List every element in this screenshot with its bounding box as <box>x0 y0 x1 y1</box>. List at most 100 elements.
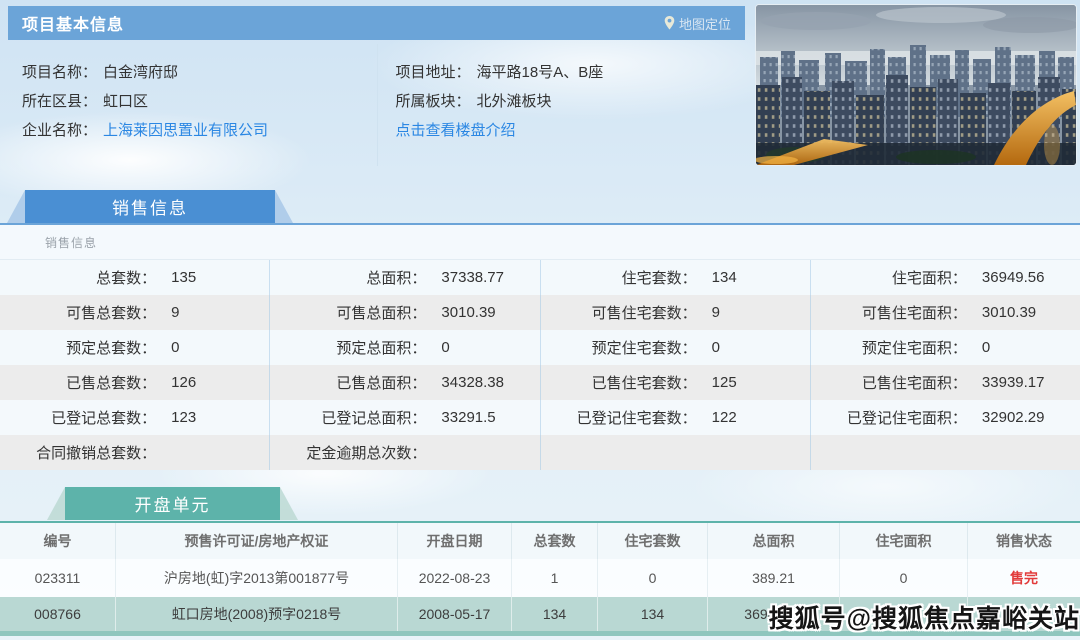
sales-field: 已登记总套数： 123 <box>0 400 271 435</box>
field-label: 住宅面积： <box>891 270 967 287</box>
field-value: 135 <box>171 269 197 286</box>
sales-field: 预定住宅面积： 0 <box>811 330 1080 365</box>
basic-info-header: 项目基本信息 地图定位 <box>8 6 745 40</box>
sales-field: 预定住宅套数： 0 <box>541 330 811 365</box>
sales-field: 可售总面积： 3010.39 <box>270 295 541 330</box>
unit-row-023311[interactable]: 023311 沪房地(虹)字2013第001877号 2022-08-23 1 … <box>0 559 1080 597</box>
field-label: 已登记总面积： <box>321 410 427 427</box>
unit-open-date: 2022-08-23 <box>398 559 512 597</box>
sales-field: 可售总套数： 9 <box>0 295 271 330</box>
field-value: 9 <box>171 304 180 321</box>
field-label: 已登记总套数： <box>51 410 157 427</box>
column-header: 销售状态 <box>996 533 1052 549</box>
sales-field: 总套数： 135 <box>0 260 271 295</box>
company-field: 企业名称： 上海莱因思置业有限公司 <box>22 116 365 145</box>
sales-field: 已登记总面积： 33291.5 <box>270 400 541 435</box>
unit-total-count: 134 <box>512 597 598 631</box>
basic-info-right-column: 项目地址： 海平路18号A、B座 所属板块： 北外滩板块 点击查看楼盘介绍 <box>376 44 746 166</box>
unit-residential-count: 0 <box>598 559 708 597</box>
field-label: 预定总面积： <box>336 340 427 357</box>
column-header: 住宅面积 <box>840 523 968 559</box>
unit-id: 008766 <box>0 597 116 631</box>
unit-license: 沪房地(虹)字2013第001877号 <box>116 559 398 597</box>
field-label: 总面积： <box>366 270 427 287</box>
sales-row-sold: 已售总套数： 126 已售总面积： 34328.38 已售住宅套数： 125 已售住宅… <box>0 365 1080 400</box>
sales-row-cancelled: 合同撤销总套数： 定金逾期总次数： <box>0 435 1080 470</box>
field-value: 32902.29 <box>981 409 1045 426</box>
column-header: 总套数 <box>512 523 598 559</box>
plate-field: 所属板块： 北外滩板块 <box>396 87 734 116</box>
sales-row-sellable: 可售总套数： 9 可售总面积： 3010.39 可售住宅套数： 9 可售住宅面积： 30… <box>0 295 1080 330</box>
unit-open-date: 2008-05-17 <box>398 597 512 631</box>
basic-info-left-column: 项目名称： 白金湾府邸 所在区县： 虹口区 企业名称： 上海莱因思置业有限公司 <box>8 44 377 166</box>
address-field: 项目地址： 海平路18号A、B座 <box>396 58 734 87</box>
field-value: 33939.17 <box>981 374 1045 391</box>
sohu-watermark: 搜狐号@搜狐焦点嘉峪关站 <box>768 605 1080 633</box>
unit-residential-area: 0 <box>840 559 968 597</box>
field-value: 37338.77 <box>441 269 504 286</box>
basic-info-body: 项目名称： 白金湾府邸 所在区县： 虹口区 企业名称： 上海莱因思置业有限公司 项目地… <box>8 44 745 166</box>
unit-sale-status: 售完 <box>1010 570 1038 586</box>
field-value: 126 <box>171 374 197 391</box>
units-header-row: 编号 预售许可证/房地产权证 开盘日期 总套数 住宅套数 总面积 住宅面积 销售… <box>0 521 1080 559</box>
sales-field <box>541 435 811 470</box>
field-label: 定金逾期总次数： <box>306 445 427 462</box>
field-value: 33291.5 <box>441 409 496 426</box>
building-intro-link[interactable]: 点击查看楼盘介绍 <box>396 116 734 145</box>
column-header: 编号 <box>0 523 116 559</box>
field-label: 企业名称： <box>22 122 98 139</box>
project-name-field: 项目名称： 白金湾府邸 <box>22 58 365 87</box>
sales-field: 总面积： 37338.77 <box>270 260 541 295</box>
sales-field: 已售住宅套数： 125 <box>541 365 811 400</box>
sales-info-tab[interactable]: 销售信息 <box>7 190 293 223</box>
column-header: 预售许可证/房地产权证 <box>116 523 398 559</box>
map-pin-icon <box>664 16 675 30</box>
field-label: 已登记住宅套数： <box>576 410 697 427</box>
sales-row-reserved: 预定总套数： 0 预定总面积： 0 预定住宅套数： 0 预定住宅面积： 0 <box>0 330 1080 365</box>
field-value: 海平路18号A、B座 <box>476 64 604 81</box>
field-label: 所属板块： <box>395 93 471 110</box>
field-value: 白金湾府邸 <box>103 64 179 81</box>
basic-info-section: 项目基本信息 地图定位 项目名称： 白金湾府邸 所在区县： 虹口区 企业名称： 上海莱… <box>0 0 1080 175</box>
field-label: 总套数： <box>96 270 157 287</box>
sales-row-registered: 已登记总套数： 123 已登记总面积： 33291.5 已登记住宅套数： 122 已登… <box>0 400 1080 435</box>
sales-field: 已登记住宅套数： 122 <box>541 400 811 435</box>
field-label: 已售总面积： <box>336 375 427 392</box>
column-header: 住宅套数 <box>598 523 708 559</box>
map-locate-link[interactable]: 地图定位 <box>664 14 731 33</box>
sales-field: 预定总套数： 0 <box>0 330 271 365</box>
page-title: 项目基本信息 <box>22 17 125 34</box>
field-label: 预定总套数： <box>66 340 157 357</box>
field-label: 项目地址： <box>395 64 471 81</box>
sales-info-table: 总套数： 135 总面积： 37338.77 住宅套数： 134 住宅面积： 36949… <box>0 260 1080 470</box>
unit-residential-count: 134 <box>598 597 708 631</box>
field-label: 可售总套数： <box>66 305 157 322</box>
field-label: 可售总面积： <box>336 305 427 322</box>
field-label: 已售住宅面积： <box>861 375 967 392</box>
field-value: 0 <box>981 339 991 356</box>
opening-units-tab[interactable]: 开盘单元 <box>47 487 298 520</box>
field-value: 0 <box>711 339 721 356</box>
field-label: 预定住宅套数： <box>591 340 697 357</box>
field-value: 36949.56 <box>981 269 1045 286</box>
field-label: 可售住宅套数： <box>591 305 697 322</box>
field-value: 125 <box>711 374 737 391</box>
field-label: 合同撤销总套数： <box>36 445 157 462</box>
sales-field: 合同撤销总套数： <box>0 435 271 470</box>
district-field: 所在区县： 虹口区 <box>22 87 365 116</box>
field-value: 122 <box>711 409 737 426</box>
project-photo <box>755 4 1077 166</box>
sales-row-total: 总套数： 135 总面积： 37338.77 住宅套数： 134 住宅面积： 36949… <box>0 260 1080 295</box>
field-label: 可售住宅面积： <box>861 305 967 322</box>
sales-info-subheader: 销售信息 <box>0 223 1080 260</box>
sales-field: 可售住宅套数： 9 <box>541 295 811 330</box>
field-value: 3010.39 <box>441 304 496 321</box>
unit-id: 023311 <box>0 559 116 597</box>
sales-tab-label: 销售信息 <box>25 190 275 223</box>
company-link[interactable]: 上海莱因思置业有限公司 <box>103 122 268 139</box>
map-locate-label: 地图定位 <box>678 16 731 32</box>
column-header: 开盘日期 <box>398 523 512 559</box>
field-value: 虹口区 <box>103 93 149 110</box>
city-skyline-illustration <box>756 5 1076 165</box>
column-header: 总面积 <box>708 523 840 559</box>
